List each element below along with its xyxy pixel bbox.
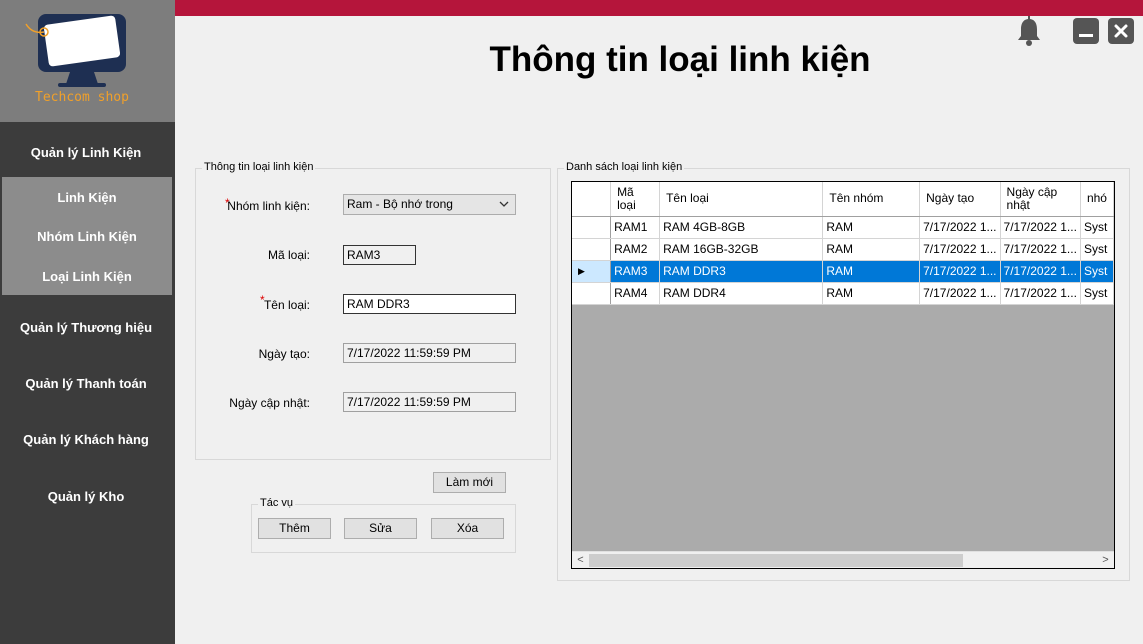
table-cell[interactable]: 7/17/2022 1... [1000,238,1081,261]
data-grid[interactable]: Mã loại Tên loại Tên nhóm Ngày tạo Ngày c… [571,181,1115,569]
submenu-item-linh-kien[interactable]: Linh Kiện [2,190,172,205]
top-bar [175,0,1143,16]
edit-button[interactable]: Sửa [344,518,417,539]
refresh-button[interactable]: Làm mới [433,472,506,493]
table-cell[interactable]: Syst [1080,260,1114,283]
row-header[interactable] [572,238,612,261]
scroll-left-icon[interactable]: < [572,552,589,568]
sidebar: Techcom shop Quản lý Linh Kiện Linh Kiện… [0,0,175,644]
table-row[interactable]: RAM1 RAM 4GB-8GB RAM 7/17/2022 1... 7/17/202… [572,216,1114,239]
chevron-down-icon [499,201,509,207]
table-cell[interactable]: Syst [1080,238,1114,261]
table-cell[interactable]: 7/17/2022 1... [919,216,1001,239]
sidebar-item-quan-ly-linh-kien[interactable]: Quản lý Linh Kiện [0,145,172,160]
horizontal-scrollbar[interactable]: < > [572,551,1114,568]
sidebar-item-quan-ly-kho[interactable]: Quản lý Kho [0,489,172,504]
logo-icon [25,14,126,87]
table-cell[interactable]: RAM1 [610,216,661,239]
created-field[interactable]: 7/17/2022 11:59:59 PM [343,343,516,363]
sidebar-item-quan-ly-khach-hang[interactable]: Quản lý Khách hàng [0,432,172,447]
info-group-legend: Thông tin loại linh kiện [202,161,316,173]
sidebar-item-quan-ly-thanh-toan[interactable]: Quản lý Thanh toán [0,376,172,391]
grid-table: Mã loại Tên loại Tên nhóm Ngày tạo Ngày c… [572,182,1114,305]
column-header[interactable]: Ngày cập nhật [1000,182,1081,217]
table-cell[interactable]: RAM DDR3 [659,260,824,283]
row-header-corner [572,182,612,217]
updated-label: Ngày cập nhật: [229,396,310,410]
group-select-value: Ram - Bộ nhớ trong [347,197,453,211]
minimize-button[interactable] [1073,18,1099,44]
column-header[interactable]: nhó [1080,182,1114,217]
table-cell[interactable]: 7/17/2022 1... [1000,216,1081,239]
close-button[interactable] [1108,18,1134,44]
column-header[interactable]: Tên nhóm [822,182,921,217]
row-header[interactable]: ▶ [572,260,612,283]
table-cell[interactable]: RAM3 [610,260,661,283]
table-cell[interactable]: RAM [822,282,921,305]
table-row[interactable]: RAM4 RAM DDR4 RAM 7/17/2022 1... 7/17/2022 1… [572,282,1114,305]
table-cell[interactable]: RAM [822,238,921,261]
add-button[interactable]: Thêm [258,518,331,539]
page-title: Thông tin loại linh kiện [489,40,871,79]
name-field[interactable]: RAM DDR3 [343,294,516,314]
table-cell[interactable]: RAM2 [610,238,661,261]
code-field[interactable]: RAM3 [343,245,416,265]
list-legend: Danh sách loại linh kiện [564,161,685,173]
row-header[interactable] [572,216,612,239]
updated-field[interactable]: 7/17/2022 11:59:59 PM [343,392,516,412]
column-header[interactable]: Ngày tạo [919,182,1001,217]
table-cell[interactable]: RAM [822,260,921,283]
group-label: Nhóm linh kiện: [227,199,310,213]
table-cell[interactable]: RAM [822,216,921,239]
table-row[interactable]: ▶ RAM3 RAM DDR3 RAM 7/17/2022 1... 7/17/2022 … [572,260,1114,283]
submenu-item-loai-linh-kien[interactable]: Loại Linh Kiện [2,269,172,284]
submenu-linh-kien: Linh Kiện Nhóm Linh Kiện Loại Linh Kiện [2,177,172,295]
table-cell[interactable]: Syst [1080,216,1114,239]
name-label: Tên loại: [263,298,310,312]
row-header[interactable] [572,282,612,305]
scroll-right-icon[interactable]: > [1097,552,1114,568]
table-cell[interactable]: RAM DDR4 [659,282,824,305]
bell-icon[interactable] [1013,16,1045,48]
sidebar-item-quan-ly-thuong-hieu[interactable]: Quản lý Thương hiệu [0,320,172,335]
created-label: Ngày tạo: [258,347,310,361]
logo-area: Techcom shop [0,0,175,122]
column-header[interactable]: Mã loại [610,182,661,217]
scrollbar-thumb[interactable] [589,554,963,567]
delete-button[interactable]: Xóa [431,518,504,539]
minimize-icon [1079,34,1093,37]
table-cell[interactable]: Syst [1080,282,1114,305]
grid-header-row: Mã loại Tên loại Tên nhóm Ngày tạo Ngày c… [572,182,1114,217]
logo-text: Techcom shop [35,90,129,105]
table-cell[interactable]: 7/17/2022 1... [919,238,1001,261]
table-cell[interactable]: 7/17/2022 1... [1000,260,1081,283]
table-cell[interactable]: RAM 16GB-32GB [659,238,824,261]
code-label: Mã loại: [267,248,310,262]
table-row[interactable]: RAM2 RAM 16GB-32GB RAM 7/17/2022 1... 7/17/2… [572,238,1114,261]
close-icon [1114,24,1128,38]
table-cell[interactable]: RAM4 [610,282,661,305]
submenu-item-nhom-linh-kien[interactable]: Nhóm Linh Kiện [2,229,172,244]
column-header[interactable]: Tên loại [659,182,824,217]
table-cell[interactable]: RAM 4GB-8GB [659,216,824,239]
table-cell[interactable]: 7/17/2022 1... [1000,282,1081,305]
table-cell[interactable]: 7/17/2022 1... [919,260,1001,283]
table-cell[interactable]: 7/17/2022 1... [919,282,1001,305]
group-select[interactable]: Ram - Bộ nhớ trong [343,194,516,215]
actions-legend: Tác vụ [258,497,296,509]
